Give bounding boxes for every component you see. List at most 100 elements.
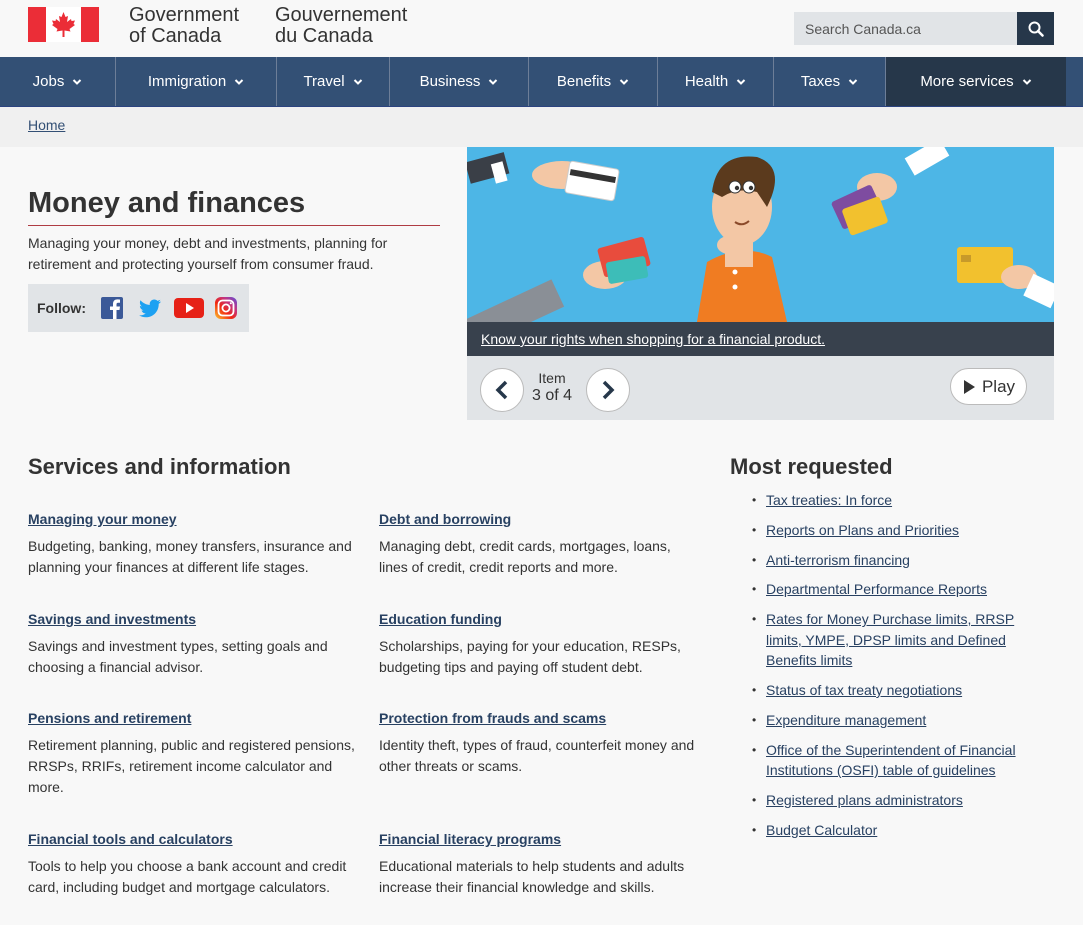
carousel-item-label: Item (538, 370, 566, 386)
chevron-down-icon (736, 78, 746, 85)
menu-item-label: Travel (303, 73, 345, 90)
service-item: Managing your money Budgeting, banking, … (28, 511, 358, 578)
main-menu: Jobs Immigration Travel Business Benefit… (0, 57, 1083, 107)
service-link[interactable]: Savings and investments (28, 611, 358, 627)
most-requested-link[interactable]: Reports on Plans and Priorities (766, 522, 959, 538)
most-requested-link[interactable]: Anti-terrorism financing (766, 552, 910, 568)
signature-fr-line2: du Canada (275, 25, 373, 47)
service-link[interactable]: Managing your money (28, 511, 358, 527)
menu-item-health[interactable]: Health (658, 57, 774, 106)
carousel-previous-button[interactable] (480, 368, 524, 412)
youtube-icon[interactable] (174, 296, 204, 320)
chevron-down-icon (73, 78, 82, 85)
service-link[interactable]: Education funding (379, 611, 699, 627)
signature-en-line2: of Canada (129, 25, 222, 47)
menu-item-jobs[interactable]: Jobs (0, 57, 116, 106)
menu-item-business[interactable]: Business (390, 57, 529, 106)
most-requested-link[interactable]: Departmental Performance Reports (766, 581, 987, 597)
most-requested-link[interactable]: Status of tax treaty negotiations (766, 682, 962, 698)
carousel-controls: Item 3 of 4 Play (467, 356, 1054, 420)
service-item: Debt and borrowing Managing debt, credit… (379, 511, 699, 578)
list-item: Expenditure management (752, 710, 1042, 731)
most-requested-list: Tax treaties: In force Reports on Plans … (752, 490, 1042, 849)
signature-fr-line1: Gouvernement (275, 4, 408, 26)
chevron-down-icon (489, 78, 498, 85)
carousel-item-count: Item 3 of 4 (529, 370, 575, 404)
service-item: Savings and investments Savings and inve… (28, 611, 358, 678)
list-item: Status of tax treaty negotiations (752, 680, 1042, 701)
breadcrumb-home-link[interactable]: Home (28, 117, 65, 133)
service-description: Scholarships, paying for your education,… (379, 638, 681, 675)
list-item: Departmental Performance Reports (752, 579, 1042, 600)
service-link[interactable]: Debt and borrowing (379, 511, 699, 527)
service-description: Identity theft, types of fraud, counterf… (379, 737, 695, 774)
service-item: Financial literacy programs Educational … (379, 831, 699, 898)
carousel-next-button[interactable] (586, 368, 630, 412)
facebook-icon[interactable] (100, 296, 124, 320)
services-heading: Services and information (28, 454, 291, 479)
title-underline (28, 225, 440, 226)
site-header: Government of Canada Gouvernement du Can… (0, 0, 1083, 57)
follow-label: Follow: (37, 300, 86, 316)
menu-item-more-services[interactable]: More services (886, 57, 1066, 106)
service-description: Budgeting, banking, money transfers, ins… (28, 538, 352, 575)
most-requested-link[interactable]: Budget Calculator (766, 822, 877, 838)
menu-item-label: Jobs (32, 73, 65, 90)
menu-item-travel[interactable]: Travel (277, 57, 390, 106)
chevron-left-icon (495, 380, 508, 400)
menu-item-label: Immigration (147, 73, 227, 90)
list-item: Rates for Money Purchase limits, RRSP li… (752, 609, 1042, 671)
service-item: Financial tools and calculators Tools to… (28, 831, 358, 898)
carousel-caption-link[interactable]: Know your rights when shopping for a fin… (481, 331, 825, 347)
social-follow-box: Follow: (28, 284, 249, 332)
most-requested-link[interactable]: Tax treaties: In force (766, 492, 892, 508)
most-requested-link[interactable]: Expenditure management (766, 712, 926, 728)
carousel-play-button[interactable]: Play (950, 368, 1027, 405)
service-description: Managing debt, credit cards, mortgages, … (379, 538, 671, 575)
search-button[interactable] (1017, 12, 1054, 45)
twitter-icon[interactable] (138, 296, 162, 320)
service-link[interactable]: Protection from frauds and scams (379, 710, 699, 726)
play-icon (963, 379, 975, 394)
menu-item-label: Health (684, 73, 729, 90)
search-icon (1028, 21, 1044, 37)
menu-item-taxes[interactable]: Taxes (774, 57, 886, 106)
financial-product-illustration (467, 147, 1054, 322)
list-item: Registered plans administrators (752, 790, 1042, 811)
service-link[interactable]: Financial literacy programs (379, 831, 699, 847)
service-description: Tools to help you choose a bank account … (28, 858, 347, 895)
signature-en[interactable]: Government of Canada (129, 5, 239, 47)
carousel-image[interactable] (467, 147, 1054, 322)
service-link[interactable]: Pensions and retirement (28, 710, 358, 726)
menu-item-benefits[interactable]: Benefits (529, 57, 658, 106)
service-description: Savings and investment types, setting go… (28, 638, 328, 675)
list-item: Reports on Plans and Priorities (752, 520, 1042, 541)
play-label: Play (981, 376, 1016, 396)
most-requested-link[interactable]: Registered plans administrators (766, 792, 963, 808)
instagram-icon[interactable] (214, 296, 238, 320)
chevron-down-icon (234, 78, 244, 85)
list-item: Tax treaties: In force (752, 490, 1042, 511)
menu-item-label: More services (920, 73, 1014, 90)
menu-item-label: Taxes (800, 73, 841, 90)
chevron-down-icon (1022, 78, 1031, 85)
chevron-down-icon (353, 78, 362, 85)
carousel-item-number: 3 of 4 (531, 387, 573, 404)
service-link[interactable]: Financial tools and calculators (28, 831, 358, 847)
most-requested-link[interactable]: Office of the Superintendent of Financia… (766, 742, 1016, 779)
list-item: Budget Calculator (752, 820, 1042, 841)
carousel-caption: Know your rights when shopping for a fin… (467, 322, 1054, 356)
service-description: Educational materials to help students a… (379, 858, 685, 895)
page-description: Managing your money, debt and investment… (28, 235, 388, 272)
canada-flag-icon[interactable] (28, 7, 99, 42)
menu-item-immigration[interactable]: Immigration (116, 57, 277, 106)
menu-item-label: Benefits (556, 73, 612, 90)
service-item: Pensions and retirement Retirement plann… (28, 710, 358, 798)
chevron-right-icon (602, 380, 615, 400)
search-input[interactable] (794, 12, 1017, 45)
service-description: Retirement planning, public and register… (28, 737, 355, 795)
service-item: Protection from frauds and scams Identit… (379, 710, 699, 777)
signature-fr[interactable]: Gouvernement du Canada (275, 5, 407, 47)
chevron-down-icon (848, 78, 858, 85)
most-requested-link[interactable]: Rates for Money Purchase limits, RRSP li… (766, 611, 1014, 668)
